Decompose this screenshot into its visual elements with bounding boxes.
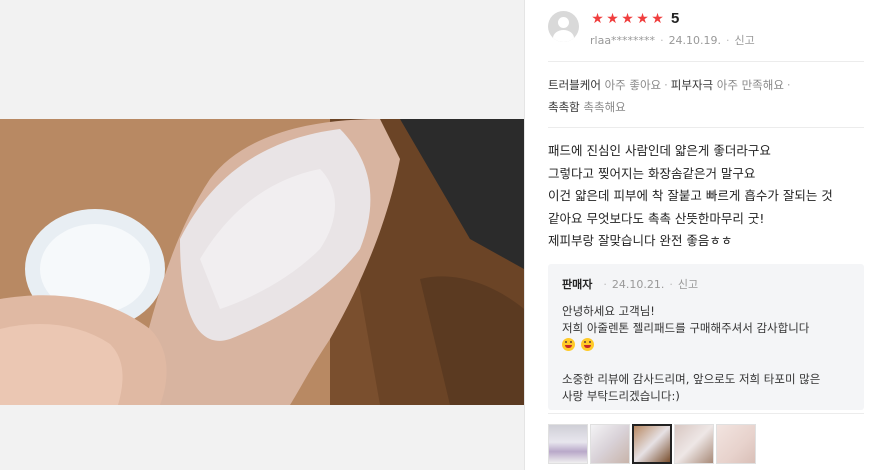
seller-reply-line: 소중한 리뷰에 감사드리며, 앞으로도 저희 타포미 많은 (562, 372, 821, 386)
seller-reply-line (562, 354, 856, 371)
thumbnail[interactable] (548, 424, 588, 464)
meta-separator: · (603, 277, 607, 291)
thumbnail-image (549, 425, 587, 463)
review-body-line: 그렇다고 찢어지는 화장솜같은거 말구요 (548, 165, 756, 181)
seller-reply: 판매자 · 24.10.21. · 신고 안녕하세요 고객님! 저희 아줄렌톤 … (548, 264, 864, 410)
seller-reply-header: 판매자 · 24.10.21. · 신고 (562, 276, 698, 292)
attribute-separator: · (664, 78, 668, 92)
star-icon: ★ (591, 10, 604, 27)
photo-viewer (0, 0, 524, 470)
seller-reply-text: 안녕하세요 고객님! 저희 아줄렌톤 젤리패드를 구매해주셔서 감사합니다 소중… (562, 303, 856, 405)
thumbnail[interactable] (590, 424, 630, 464)
star-icon: ★ (651, 10, 664, 27)
rating-score: 5 (671, 10, 680, 27)
review-body-line: 제피부랑 잘맞습니다 완전 좋음ㅎㅎ (548, 233, 733, 248)
attribute-row: 트러블케어 아주 좋아요 · 피부자극 아주 만족해요 · (548, 74, 868, 96)
thumbnail[interactable] (674, 424, 714, 464)
seller-reply-line: 안녕하세요 고객님! (562, 304, 655, 318)
meta-separator: · (726, 33, 730, 47)
seller-label: 판매자 (562, 278, 593, 291)
pane-divider (524, 0, 525, 470)
grinning-face-icon (562, 338, 575, 351)
attribute-separator: · (786, 78, 791, 92)
thumbnail-image (675, 425, 713, 463)
attribute-row: 촉촉함 촉촉해요 (548, 96, 868, 118)
attribute-value: 아주 좋아요 (604, 78, 662, 92)
author-id: rlaa******** (590, 33, 656, 47)
review-body-line: 패드에 진심인 사람인데 얇은게 좋더라구요 (548, 143, 771, 158)
thumbnail-image (634, 426, 670, 462)
star-icon: ★ (621, 10, 634, 27)
seller-reply-date: 24.10.21. (611, 277, 665, 291)
review-attributes: 트러블케어 아주 좋아요 · 피부자극 아주 만족해요 · 촉촉함 촉촉해요 (548, 74, 868, 118)
thumbnail-image (717, 425, 755, 463)
report-link[interactable]: 신고 (735, 32, 755, 48)
seller-report-link[interactable]: 신고 (678, 276, 698, 292)
review-photo[interactable] (0, 119, 524, 405)
photo-thumbnails (548, 424, 756, 464)
avatar-body-shape (553, 30, 574, 42)
grinning-face-icon (580, 338, 594, 351)
divider (548, 61, 864, 62)
avatar (548, 11, 579, 42)
review-body: 패드에 진심인 사람인데 얇은게 좋더라구요 그렇다고 찢어지는 화장솜같은거 … (548, 140, 864, 253)
rating: ★ ★ ★ ★ ★ 5 (590, 10, 679, 27)
star-icon: ★ (606, 10, 619, 27)
review-body-line: 같아요 무엇보다도 촉촉 산뜻한마무리 굿! (548, 210, 765, 226)
attribute-key: 피부자극 (670, 78, 714, 92)
seller-reply-line: 저희 아줄렌톤 젤리패드를 구매해주셔서 감사합니다 (562, 321, 810, 335)
divider (548, 413, 864, 414)
review-body-line: 이건 얇은데 피부에 착 잘붙고 빠르게 흡수가 잘되는 것 (548, 188, 833, 203)
meta-separator: · (669, 277, 673, 291)
review-photo-graphic (0, 119, 524, 405)
seller-reply-emoji-line (562, 337, 856, 354)
review-panel: ★ ★ ★ ★ ★ 5 rlaa******** · 24.10.19. · 신… (526, 0, 880, 470)
thumbnail-selected[interactable] (632, 424, 672, 464)
divider (548, 127, 864, 128)
star-icon: ★ (636, 10, 649, 27)
review-date: 24.10.19. (668, 33, 722, 47)
meta-separator: · (660, 33, 664, 47)
attribute-key: 촉촉함 (548, 100, 580, 114)
attribute-value: 아주 만족해요 (716, 78, 784, 92)
avatar-head-shape (558, 17, 569, 28)
seller-reply-line: 사랑 부탁드리겠습니다:) (562, 389, 680, 403)
attribute-value: 촉촉해요 (583, 100, 626, 114)
thumbnail[interactable] (716, 424, 756, 464)
thumbnail-image (591, 425, 629, 463)
attribute-key: 트러블케어 (548, 78, 601, 92)
review-meta: rlaa******** · 24.10.19. · 신고 (590, 32, 755, 48)
